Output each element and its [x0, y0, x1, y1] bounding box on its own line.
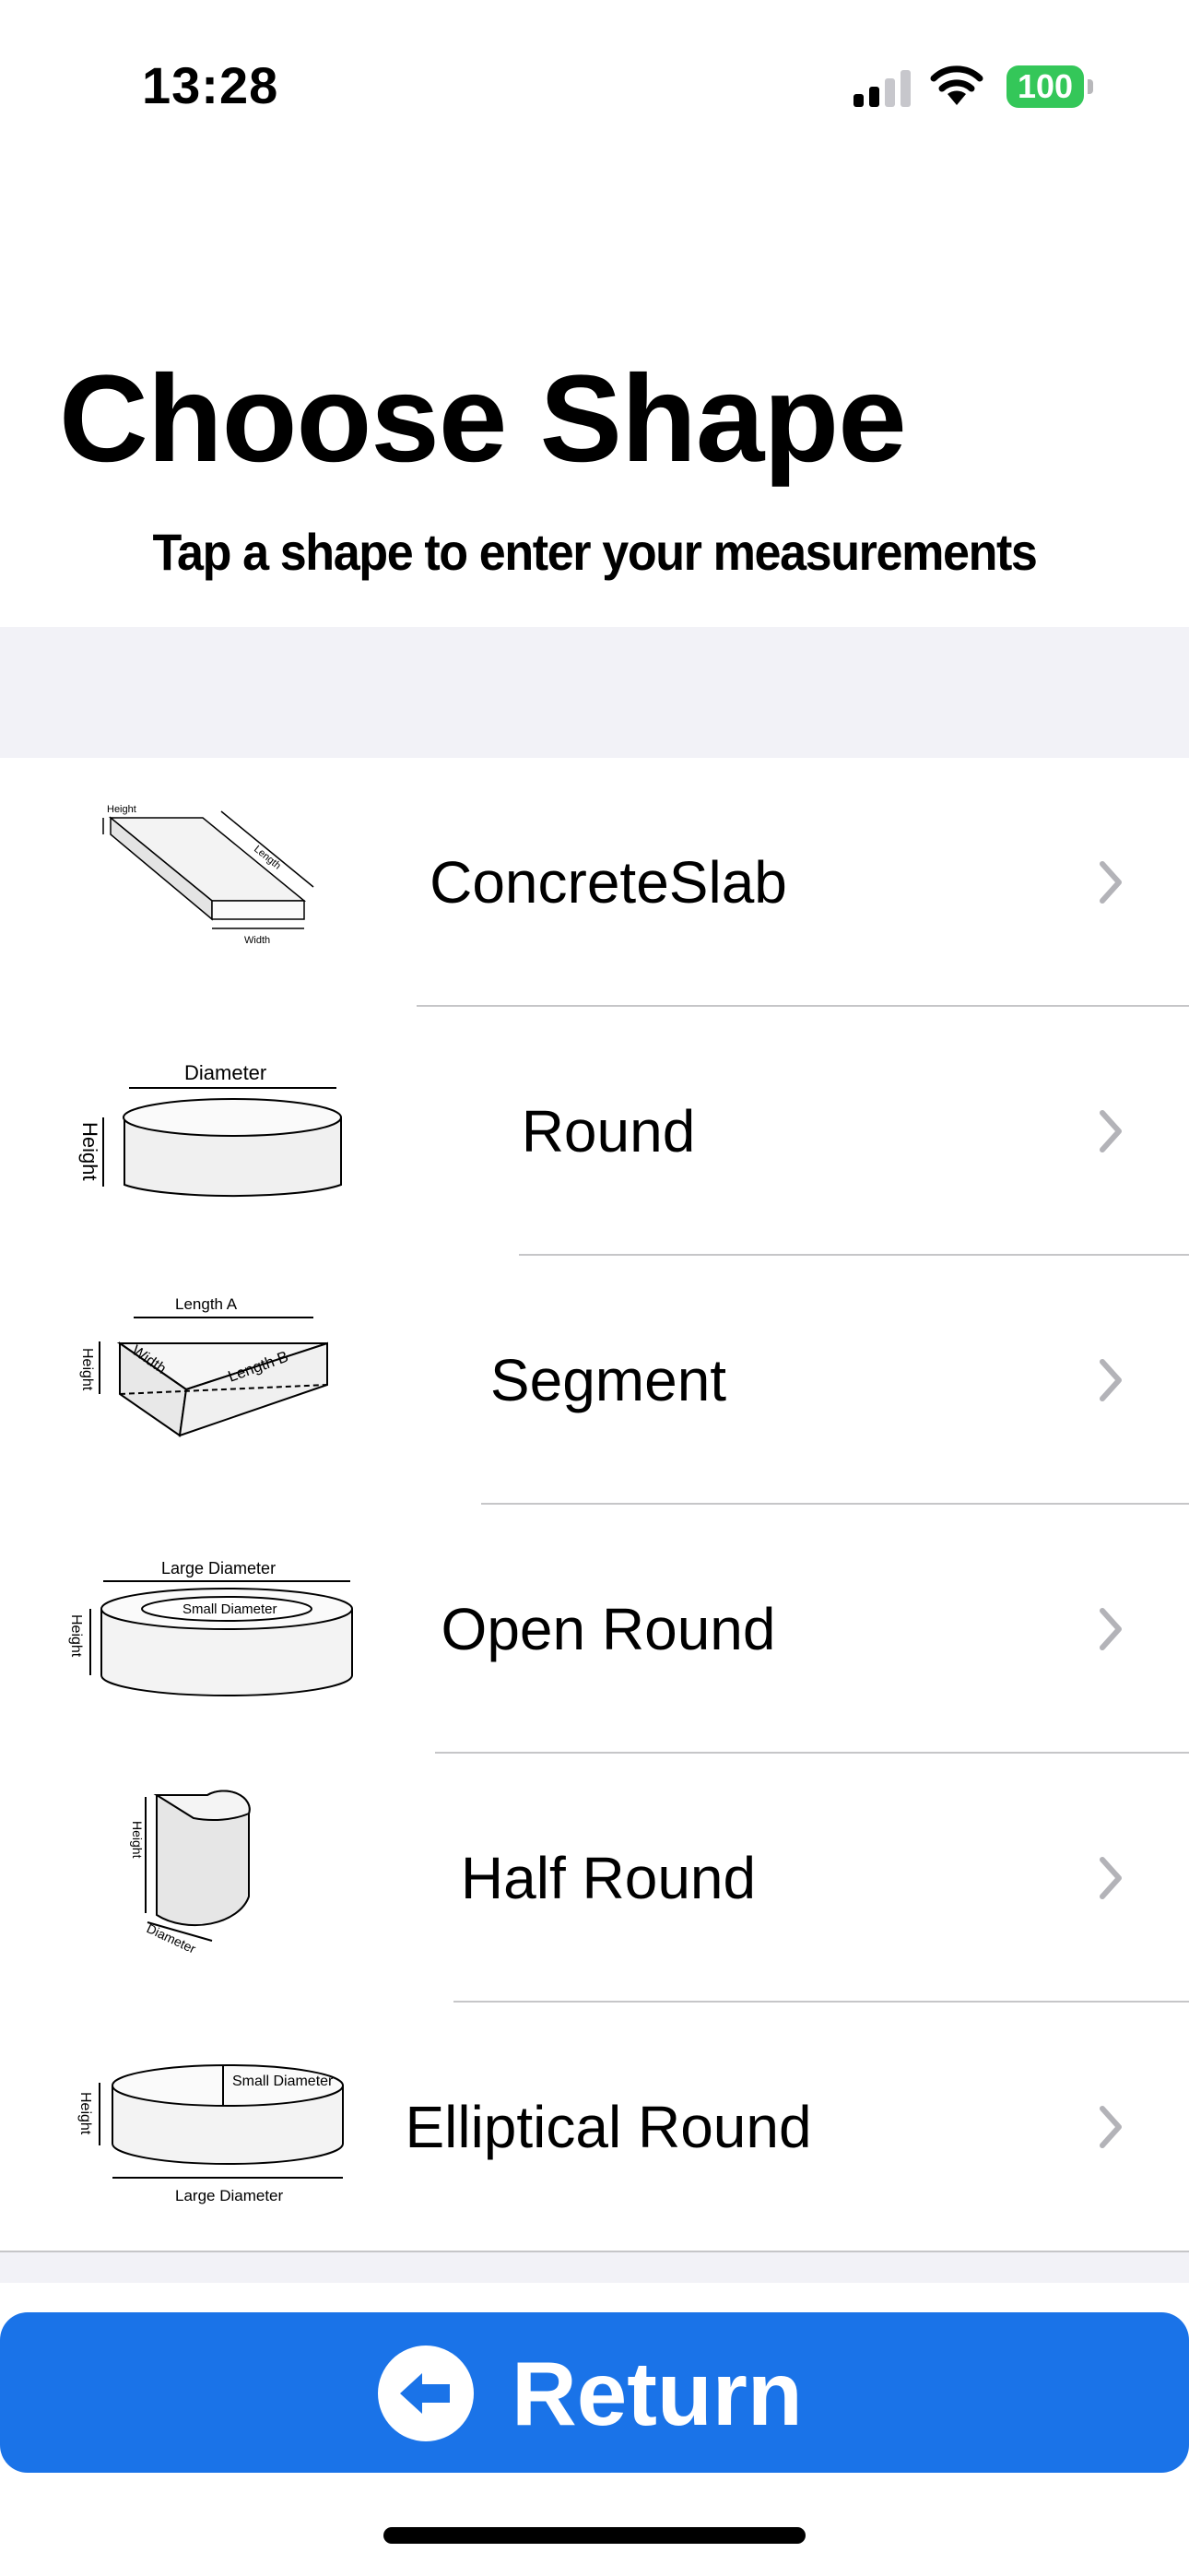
battery-indicator: 100 — [1007, 65, 1084, 108]
shape-row-segment[interactable]: Length A Length B Width Height Segment — [0, 1256, 1189, 1505]
shape-row-elliptical-round[interactable]: Small Diameter Large Diameter Height Ell… — [0, 2003, 1189, 2251]
shape-label: Elliptical Round — [405, 2094, 812, 2160]
return-label: Return — [512, 2343, 803, 2444]
chevron-right-icon — [1100, 1359, 1122, 1401]
wifi-icon — [930, 65, 983, 105]
back-arrow-circle-icon — [378, 2346, 474, 2441]
shape-row-round[interactable]: Diameter Height Round — [0, 1007, 1189, 1256]
status-bar: 13:28 100 — [0, 0, 1189, 175]
chevron-right-icon — [1100, 1857, 1122, 1899]
shape-row-half-round[interactable]: Height Diameter Half Round — [0, 1754, 1189, 2003]
dim-label: Large Diameter — [175, 2187, 284, 2204]
chevron-right-icon — [1100, 1608, 1122, 1650]
battery-tip — [1088, 79, 1093, 94]
list-section-header — [0, 627, 1189, 760]
dim-label: Large Diameter — [161, 1559, 276, 1578]
shape-label: ConcreteSlab — [430, 849, 787, 916]
shape-label: Half Round — [460, 1845, 757, 1911]
dim-label: Height — [78, 1122, 101, 1181]
dim-label: Height — [107, 804, 136, 815]
return-button[interactable]: Return — [0, 2312, 1189, 2473]
dim-label: Height — [79, 1348, 95, 1391]
dim-label: Height — [77, 2092, 93, 2135]
dim-label: Small Diameter — [182, 1601, 277, 1617]
shape-label: Segment — [489, 1347, 727, 1413]
shape-row-concrete-slab[interactable]: Height Length Width ConcreteSlab — [0, 758, 1189, 1007]
home-indicator[interactable] — [383, 2527, 806, 2544]
dim-label: Diameter — [184, 1061, 266, 1084]
dim-label: Height — [130, 1821, 145, 1859]
dim-label: Diameter — [145, 1920, 199, 1956]
shape-label: Round — [521, 1098, 696, 1164]
shape-label: Open Round — [441, 1596, 776, 1662]
shape-list: Height Length Width ConcreteSlab Diamete… — [0, 758, 1189, 2251]
chevron-right-icon — [1100, 861, 1122, 904]
page-subtitle: Tap a shape to enter your measurements — [152, 523, 1037, 581]
chevron-right-icon — [1100, 1110, 1122, 1152]
list-footer — [0, 2251, 1189, 2283]
cellular-signal-icon — [853, 70, 911, 107]
shape-row-open-round[interactable]: Large Diameter Small Diameter Height Ope… — [0, 1505, 1189, 1754]
status-time: 13:28 — [142, 56, 279, 114]
dim-label: Height — [68, 1614, 84, 1658]
dim-label: Width — [244, 935, 270, 946]
dim-label: Length A — [175, 1295, 238, 1313]
page-title: Choose Shape — [59, 350, 907, 488]
chevron-right-icon — [1100, 2106, 1122, 2148]
